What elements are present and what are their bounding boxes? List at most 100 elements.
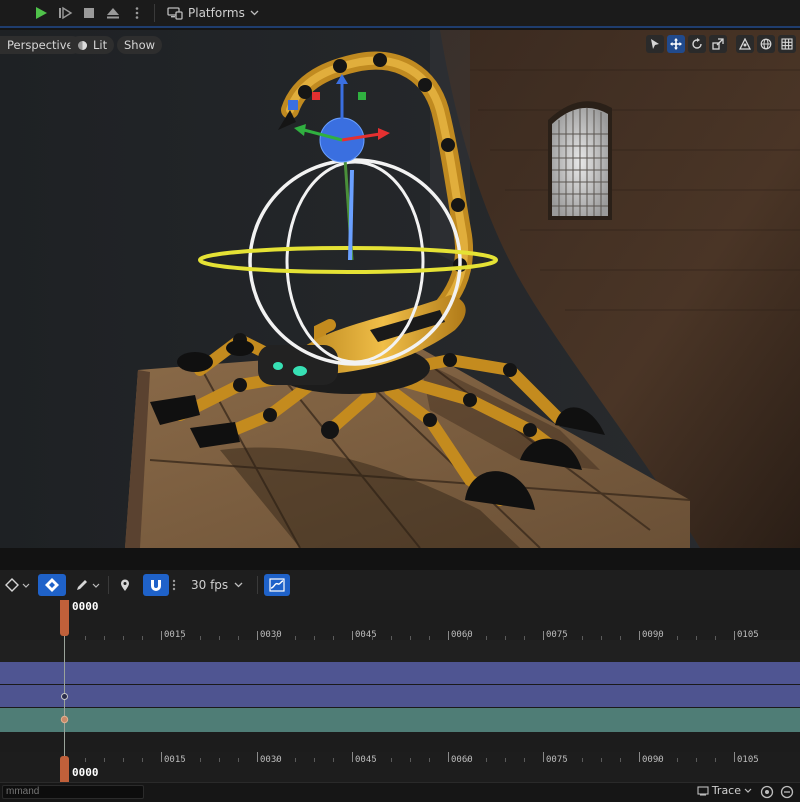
playhead-handle-bottom[interactable] (60, 756, 69, 782)
auto-key-icon (45, 578, 59, 592)
ruler-minor-tick (142, 758, 143, 762)
scale-tool-button[interactable] (709, 35, 727, 53)
edit-brush-button[interactable] (72, 574, 102, 596)
time-ruler-bottom[interactable]: 0015 0030 0045 0060 0075 0090 0105 (0, 752, 800, 782)
grid-snap-button[interactable] (778, 35, 796, 53)
select-tool-button[interactable] (646, 35, 664, 53)
ruler-minor-tick (505, 758, 506, 762)
perspective-button[interactable]: Perspective (0, 36, 81, 54)
platforms-icon (167, 7, 183, 20)
ruler-tick-label: 0015 (164, 630, 186, 640)
fps-label: 30 fps (191, 578, 229, 592)
key-tangent-button[interactable] (2, 574, 32, 596)
show-label: Show (124, 38, 156, 52)
keyframe-dot[interactable] (60, 692, 69, 701)
track-row-location[interactable] (0, 685, 800, 707)
platforms-label: Platforms (188, 6, 245, 20)
curve-editor-button[interactable] (264, 574, 291, 596)
ruler-major-tick (257, 631, 258, 640)
step-forward-icon (59, 6, 73, 20)
world-local-button[interactable] (757, 35, 775, 53)
show-button[interactable]: Show (117, 36, 163, 54)
trace-button[interactable]: Trace (697, 784, 752, 797)
ruler-minor-tick (563, 758, 564, 762)
track-row-event[interactable] (0, 708, 800, 732)
chevron-down-icon (250, 10, 259, 16)
auto-key-button[interactable] (38, 574, 66, 596)
ruler-tick-label: 0030 (260, 630, 282, 640)
ruler-minor-tick (524, 758, 525, 762)
surface-snap-button[interactable] (736, 35, 754, 53)
lit-label: Lit (93, 38, 108, 52)
current-frame-top: 0000 (72, 600, 99, 613)
map-pin-icon (121, 579, 129, 591)
ruler-minor-tick (582, 758, 583, 762)
ruler-minor-tick (410, 758, 411, 762)
ruler-tick-label: 0045 (355, 755, 377, 765)
track-row-spacer (0, 732, 800, 752)
ruler-minor-tick (391, 758, 392, 762)
playhead-handle-top[interactable] (60, 600, 69, 636)
chevron-down-icon (234, 582, 243, 588)
ruler-major-tick (543, 631, 544, 640)
toolbar-separator (257, 576, 259, 594)
ruler-minor-tick (276, 758, 277, 762)
window (548, 101, 612, 220)
ruler-minor-tick (372, 758, 373, 762)
snap-options-button[interactable] (169, 574, 179, 596)
source-control-icon (780, 785, 794, 799)
ruler-minor-tick (620, 758, 621, 762)
ruler-major-tick (448, 752, 449, 762)
ruler-tick-label: 0105 (737, 755, 759, 765)
eject-button[interactable] (102, 2, 124, 24)
ruler-minor-tick (486, 758, 487, 762)
diamond-key-icon (4, 578, 19, 592)
keyframe-dot[interactable] (60, 715, 69, 724)
console-command-input[interactable] (2, 784, 144, 799)
panel-divider[interactable] (0, 548, 800, 570)
lit-button[interactable]: Lit (70, 36, 115, 54)
ruler-minor-tick (467, 758, 468, 762)
curve-editor-icon (269, 578, 285, 592)
ruler-minor-tick (696, 758, 697, 762)
ruler-minor-tick (333, 758, 334, 762)
play-button[interactable] (30, 2, 52, 24)
level-viewport[interactable]: Perspective Lit Show (0, 30, 800, 548)
track-row-transform[interactable] (0, 662, 800, 684)
platforms-button[interactable]: Platforms (161, 2, 265, 24)
ruler-tick-label: 0090 (642, 755, 664, 765)
snap-surface-icon (739, 38, 751, 50)
sequencer-timeline[interactable]: 0015 0030 0045 0060 0075 0090 0105 0015 0030 004… (0, 600, 800, 782)
marker-button[interactable] (115, 574, 135, 596)
snap-toggle-button[interactable] (143, 574, 169, 596)
ruler-major-tick (352, 631, 353, 640)
scale-icon (712, 38, 724, 50)
ruler-tick-label: 0045 (355, 630, 377, 640)
stop-icon (84, 8, 94, 18)
source-control-button[interactable] (780, 785, 794, 802)
derived-data-button[interactable] (760, 785, 774, 802)
ruler-minor-tick (104, 758, 105, 762)
grid-icon (781, 38, 793, 50)
ruler-major-tick (448, 631, 449, 640)
move-tool-button[interactable] (667, 35, 685, 53)
move-icon (670, 38, 682, 50)
ruler-minor-tick (715, 758, 716, 762)
rotate-icon (692, 38, 702, 49)
ruler-minor-tick (677, 758, 678, 762)
frame-advance-button[interactable] (54, 2, 76, 24)
current-frame-bottom: 0000 (72, 766, 99, 779)
chevron-down-icon (744, 788, 752, 793)
play-options-button[interactable] (126, 2, 148, 24)
rotate-tool-button[interactable] (688, 35, 706, 53)
stop-button[interactable] (78, 2, 100, 24)
time-ruler-top[interactable]: 0015 0030 0045 0060 0075 0090 0105 (0, 600, 800, 640)
ruler-major-tick (734, 752, 735, 762)
derived-data-icon (760, 785, 774, 799)
ruler-major-tick (734, 631, 735, 640)
track-row-empty[interactable] (0, 640, 800, 662)
viewport-tool-bar (646, 35, 796, 53)
fps-dropdown[interactable]: 30 fps (187, 574, 247, 596)
ruler-minor-tick (200, 758, 201, 762)
ruler-major-tick (639, 752, 640, 762)
